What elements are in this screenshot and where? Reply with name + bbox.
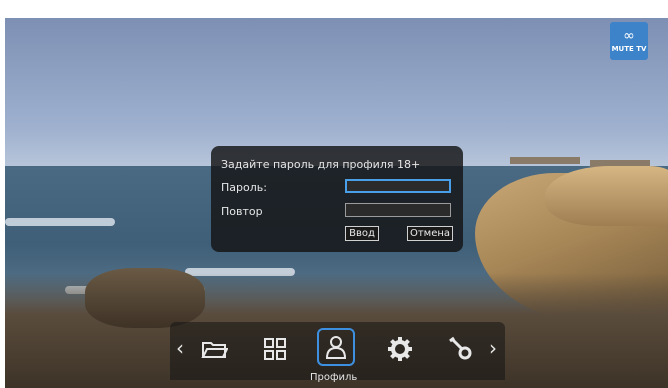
tools-menu-item[interactable] — [444, 332, 478, 366]
password-field[interactable] — [345, 179, 451, 193]
grid-icon — [264, 338, 286, 360]
profile-icon — [325, 336, 347, 359]
menu-right-arrow[interactable]: › — [489, 338, 497, 358]
logo-mark: ∞ — [623, 28, 635, 44]
logo-text: MUTE TV — [611, 45, 647, 53]
distant-island — [510, 157, 580, 164]
mute-tv-logo: ∞ MUTE TV — [610, 22, 648, 60]
cancel-button[interactable]: Отмена — [407, 226, 453, 241]
password-label: Пароль: — [221, 181, 267, 194]
password-dialog: Задайте пароль для профиля 18+ Пароль: П… — [211, 146, 463, 252]
repeat-password-field[interactable] — [345, 203, 451, 217]
rock — [545, 166, 668, 226]
gear-icon — [388, 337, 412, 361]
profile-menu-item[interactable] — [317, 328, 355, 366]
menu-caption: Профиль — [310, 372, 358, 383]
dialog-title: Задайте пароль для профиля 18+ — [221, 158, 421, 171]
repeat-label: Повтор — [221, 205, 263, 218]
tools-icon — [449, 336, 472, 360]
apps-menu-item[interactable] — [258, 332, 292, 366]
menu-left-arrow[interactable]: ‹ — [176, 338, 184, 358]
folder-menu-item[interactable] — [197, 332, 231, 366]
wave-foam — [5, 218, 115, 226]
settings-menu-item[interactable] — [383, 332, 417, 366]
folder-icon — [201, 342, 228, 358]
rock — [85, 268, 205, 328]
enter-button[interactable]: Ввод — [345, 226, 379, 241]
